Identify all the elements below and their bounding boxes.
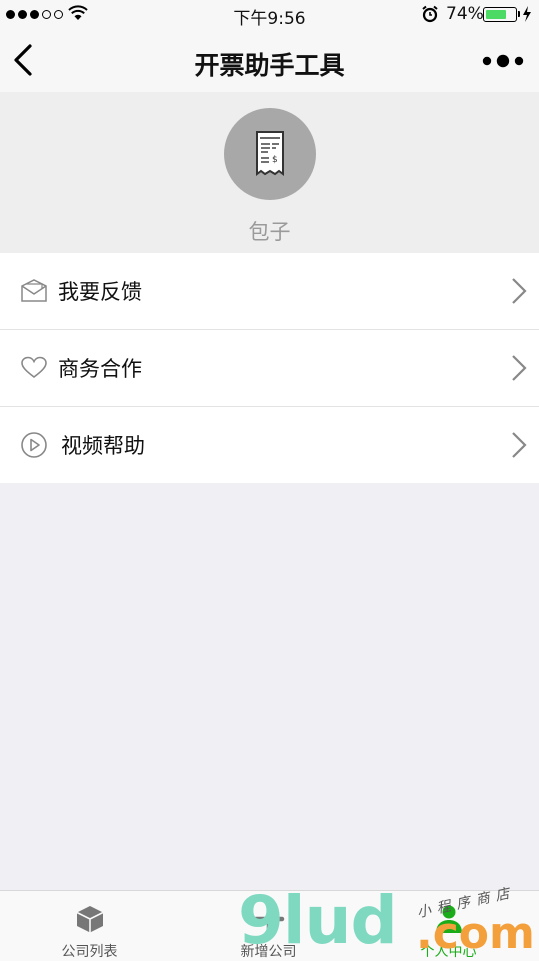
menu-item-label: 视频帮助 [61,434,145,458]
tab-label: 个人中心 [420,944,477,960]
mail-icon [21,279,47,302]
menu-item-video-help[interactable]: 视频帮助 [0,407,539,483]
chevron-right-icon [512,278,527,304]
status-bar: 下午9:56 74% [0,0,539,30]
tab-personal-center[interactable]: 个人中心 [359,891,538,961]
menu-item-feedback[interactable]: 我要反馈 [0,253,539,330]
menu-list: 我要反馈 商务合作 视频帮助 [0,253,539,483]
receipt-icon: $ [256,131,284,176]
plus-icon [253,903,285,935]
page-title: 开票助手工具 [194,51,345,80]
heart-icon [21,356,47,379]
battery-icon [483,7,517,22]
chevron-right-icon [512,432,527,458]
chevron-right-icon [512,355,527,381]
navigation-bar: 开票助手工具 [0,30,539,92]
tab-label: 新增公司 [240,944,297,960]
alarm-icon [422,5,438,23]
charging-bolt-icon [523,6,531,22]
menu-item-label: 我要反馈 [58,280,142,304]
battery-percent: 74% [446,4,484,24]
tab-bar: 公司列表 新增公司 个人中心 [0,890,539,961]
box-icon [76,906,104,933]
play-circle-icon [21,432,47,458]
menu-item-label: 商务合作 [58,357,142,381]
avatar[interactable]: $ [224,108,316,200]
more-options-icon[interactable] [481,50,525,74]
tab-company-list[interactable]: 公司列表 [0,891,179,961]
tab-add-company[interactable]: 新增公司 [179,891,358,961]
person-icon [436,905,462,933]
profile-header: $ 包子 [0,92,539,253]
user-nickname: 包子 [248,220,291,244]
svg-text:$: $ [272,155,278,165]
tab-label: 公司列表 [61,944,118,960]
menu-item-business-cooperation[interactable]: 商务合作 [0,330,539,407]
